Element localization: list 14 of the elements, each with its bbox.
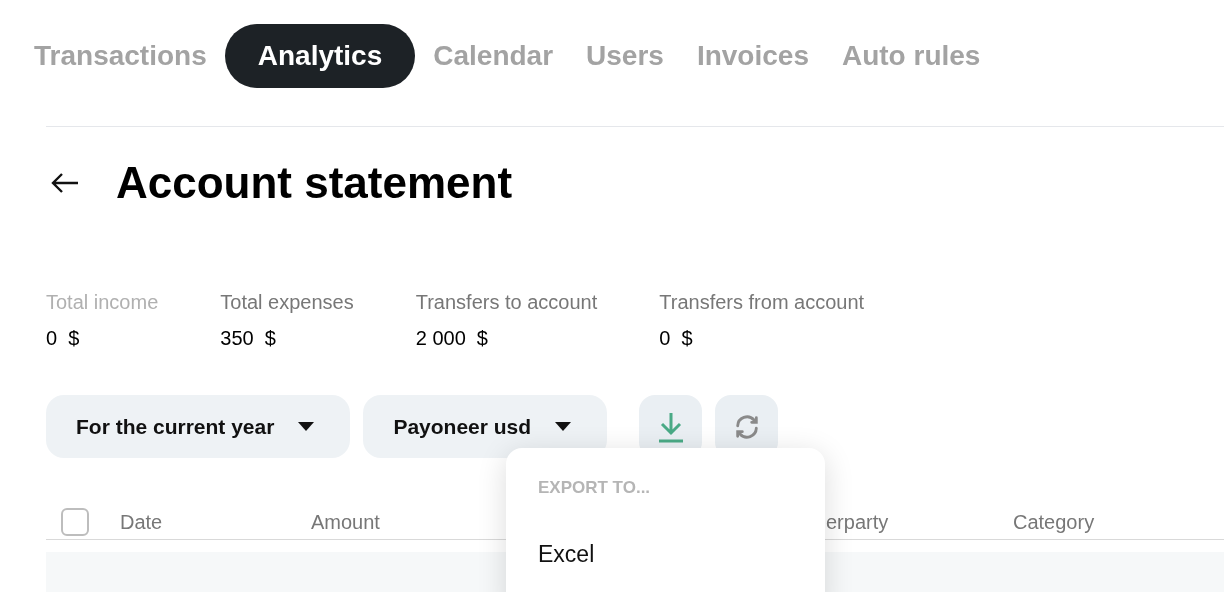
page-title: Account statement — [116, 157, 513, 209]
column-header: Category — [1013, 510, 1095, 533]
stat-value: 0 $ — [659, 326, 694, 351]
stat-value: 350 $ — [220, 326, 277, 351]
stat-value: 0 $ — [46, 326, 81, 351]
stat-label: Transfers to account — [415, 290, 598, 315]
column-header: Date — [120, 510, 163, 533]
stat-label: Transfers from account — [659, 290, 865, 315]
stat-value: 2 000 $ — [415, 326, 489, 351]
column-header: Amount — [311, 510, 380, 533]
stat-label: Total income — [46, 290, 159, 315]
menu-heading: EXPORT TO... — [537, 477, 652, 499]
column-header: erparty — [826, 510, 889, 533]
stat-label: Total expenses — [220, 290, 354, 315]
